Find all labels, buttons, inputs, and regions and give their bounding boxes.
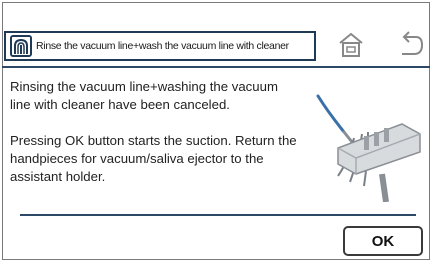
home-button[interactable] — [334, 28, 368, 62]
header-divider — [2, 66, 430, 68]
home-icon — [339, 32, 363, 57]
dialog-header: Rinse the vacuum line+wash the vacuum li… — [4, 31, 316, 61]
hand-vacuum-icon — [10, 35, 32, 57]
back-button[interactable] — [394, 28, 428, 62]
cancel-message: Rinsing the vacuum line+washing the vacu… — [10, 79, 278, 112]
instruction-message: Pressing OK button starts the suction. R… — [10, 133, 297, 184]
back-arrow-icon — [402, 31, 424, 55]
dental-unit-image — [302, 78, 424, 203]
message-text: Rinsing the vacuum line+washing the vacu… — [10, 78, 300, 186]
ok-button[interactable]: OK — [343, 226, 423, 256]
content-divider — [20, 214, 416, 216]
header-title: Rinse the vacuum line+wash the vacuum li… — [36, 40, 289, 52]
